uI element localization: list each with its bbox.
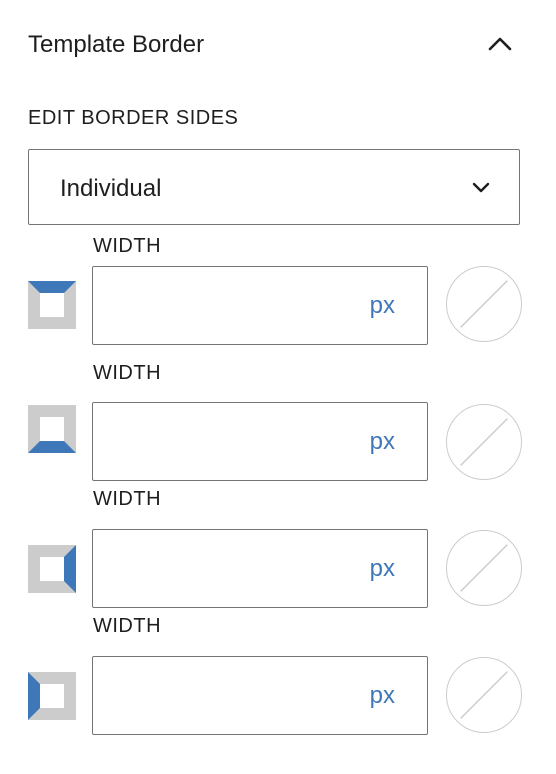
no-color-swatch-icon[interactable] xyxy=(446,530,522,606)
no-color-swatch-icon[interactable] xyxy=(446,404,522,480)
width-input-left[interactable]: px xyxy=(92,656,428,735)
border-top-side-icon xyxy=(28,281,76,329)
border-side-row-top: WIDTH px xyxy=(0,234,556,361)
no-color-swatch-icon[interactable] xyxy=(446,657,522,733)
border-sides-select[interactable]: Individual xyxy=(28,149,520,225)
border-side-row-right: WIDTH px xyxy=(0,487,556,614)
border-left-side-icon xyxy=(28,672,76,720)
border-bottom-side-icon xyxy=(28,405,76,453)
unit-select-px[interactable]: px xyxy=(370,682,395,710)
border-sides-select-value: Individual xyxy=(60,175,162,202)
width-input-bottom[interactable]: px xyxy=(92,402,428,481)
panel-title: Template Border xyxy=(28,31,205,58)
width-label: WIDTH xyxy=(93,362,162,384)
width-label: WIDTH xyxy=(93,488,162,510)
width-label: WIDTH xyxy=(93,615,162,637)
unit-select-px[interactable]: px xyxy=(370,292,395,320)
unit-select-px[interactable]: px xyxy=(370,555,395,583)
border-side-row-left: WIDTH px xyxy=(0,614,556,741)
no-color-swatch-icon[interactable] xyxy=(446,266,522,342)
unit-select-px[interactable]: px xyxy=(370,428,395,456)
chevron-up-icon[interactable] xyxy=(486,34,514,54)
width-input-right[interactable]: px xyxy=(92,529,428,608)
edit-border-sides-label: EDIT BORDER SIDES xyxy=(28,107,239,129)
chevron-down-icon xyxy=(472,182,490,193)
width-label: WIDTH xyxy=(93,235,162,257)
border-side-row-bottom: WIDTH px xyxy=(0,361,556,488)
border-right-side-icon xyxy=(28,545,76,593)
width-input-top[interactable]: px xyxy=(92,266,428,345)
